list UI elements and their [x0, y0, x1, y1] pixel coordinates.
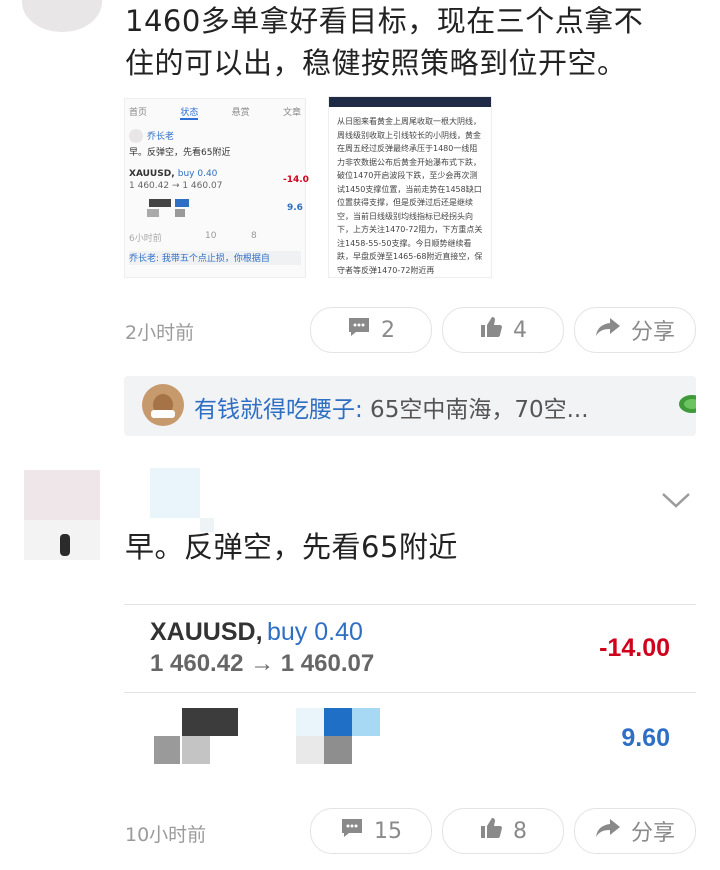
post-time: 10小时前	[125, 824, 207, 846]
trade-pnl-2: 9.60	[621, 724, 670, 752]
pixelated-block	[154, 736, 180, 764]
reply-text: 有钱就得吃腰子: 65空中南海，70空...	[194, 390, 589, 424]
thumb-pnl2: 9.6	[287, 203, 303, 213]
trade-symbol-line: XAUUSD, buy 0.40	[150, 618, 363, 647]
thumb-tab: 文章	[282, 108, 301, 118]
pixelated-block	[296, 736, 324, 764]
clipped-text	[150, 578, 370, 584]
thumb-symbol: XAUUSD, buy 0.40	[129, 169, 218, 179]
pixelated-block	[182, 708, 238, 736]
post-text: 早。反弹空，先看65附近	[125, 530, 458, 564]
thumb-likes: 8	[251, 231, 257, 241]
thumb-tab: 悬赏	[231, 108, 250, 118]
thumb-tab: 首页	[129, 108, 148, 118]
like-count: 8	[513, 818, 527, 844]
thumb-avatar	[129, 129, 143, 143]
comment-button[interactable]: 15	[310, 808, 432, 854]
post-image-1[interactable]: 首页 状态 悬赏 文章 乔长老 早。反弹空，先看65附近 XAUUSD, buy…	[124, 98, 309, 278]
comment-button[interactable]: 2	[310, 307, 432, 353]
trade-symbol: XAUUSD,	[150, 618, 263, 646]
comment-icon	[347, 316, 371, 344]
share-label: 分享	[630, 821, 675, 846]
pixelated-block	[175, 199, 189, 207]
comment-count: 2	[381, 317, 395, 343]
trade-card[interactable]: XAUUSD, buy 0.40 1 460.42 → 1 460.07 -14…	[124, 604, 696, 764]
pixelated-block	[352, 708, 380, 736]
post-text-line-1: 1460多单拿好看目标，现在三个点拿不	[125, 4, 644, 38]
thumb-comments: 10	[205, 231, 217, 241]
thumbs-up-icon	[479, 315, 503, 345]
thumb-tab: 状态	[180, 105, 199, 120]
pixelated-block	[147, 209, 159, 217]
thumb-prices: 1 460.42 → 1 460.07	[129, 181, 223, 191]
username-redacted	[150, 468, 200, 518]
pixelated-block	[182, 736, 210, 764]
chevron-down-icon[interactable]	[660, 488, 692, 512]
article-text: 从日图来看黄金上周尾收取一根大阴线，周线级别收取上引线较长的小阴线，黄金在周五经…	[337, 117, 483, 275]
share-label: 分享	[630, 320, 675, 345]
reply-author[interactable]: 有钱就得吃腰子:	[194, 397, 363, 423]
reply-preview[interactable]: 有钱就得吃腰子: 65空中南海，70空...	[124, 376, 696, 436]
post-text-line-2: 住的可以出，稳健按照策略到位开空。	[125, 46, 627, 80]
thumb-author: 乔长老	[147, 132, 175, 142]
post-image-2[interactable]: 从日图来看黄金上周尾收取一根大阴线，周线级别收取上引线较长的小阴线，黄金在周五经…	[328, 96, 492, 278]
pixelated-block	[175, 209, 185, 217]
thumb-pnl: -14.0	[283, 175, 309, 185]
author-avatar[interactable]	[24, 470, 100, 560]
like-button[interactable]: 4	[442, 307, 564, 353]
comment-icon	[340, 817, 364, 845]
like-count: 4	[513, 317, 527, 343]
pixelated-block	[296, 708, 324, 736]
reply-content: 65空中南海，70空...	[362, 397, 589, 423]
share-button[interactable]: 分享	[574, 307, 696, 353]
thumb-time: 6小时前	[129, 234, 162, 244]
turtle-icon	[676, 390, 696, 416]
thumb-text: 早。反弹空，先看65附近	[129, 148, 231, 158]
trade-prices: 1 460.42 → 1 460.07	[150, 650, 375, 677]
share-button[interactable]: 分享	[574, 808, 696, 854]
author-avatar[interactable]	[22, 0, 102, 32]
thumbs-up-icon	[479, 816, 503, 846]
divider	[124, 692, 696, 693]
like-button[interactable]: 8	[442, 808, 564, 854]
trade-pnl: -14.00	[599, 634, 670, 662]
share-arrow-icon	[595, 316, 621, 344]
comment-count: 15	[374, 818, 402, 844]
trade-side: buy 0.40	[266, 618, 363, 646]
thumb-reply: 乔长老: 我带五个点止损，你根据自	[129, 251, 301, 265]
post-time: 2小时前	[125, 322, 195, 344]
divider	[124, 604, 696, 605]
article-header-bar	[329, 97, 491, 107]
reply-avatar	[142, 384, 184, 426]
pixelated-block	[324, 736, 352, 764]
pixelated-block	[149, 199, 171, 207]
pixelated-block	[324, 708, 352, 736]
share-arrow-icon	[595, 817, 621, 845]
post-text: 1460多单拿好看目标，现在三个点拿不 住的可以出，稳健按照策略到位开空。	[125, 0, 705, 84]
